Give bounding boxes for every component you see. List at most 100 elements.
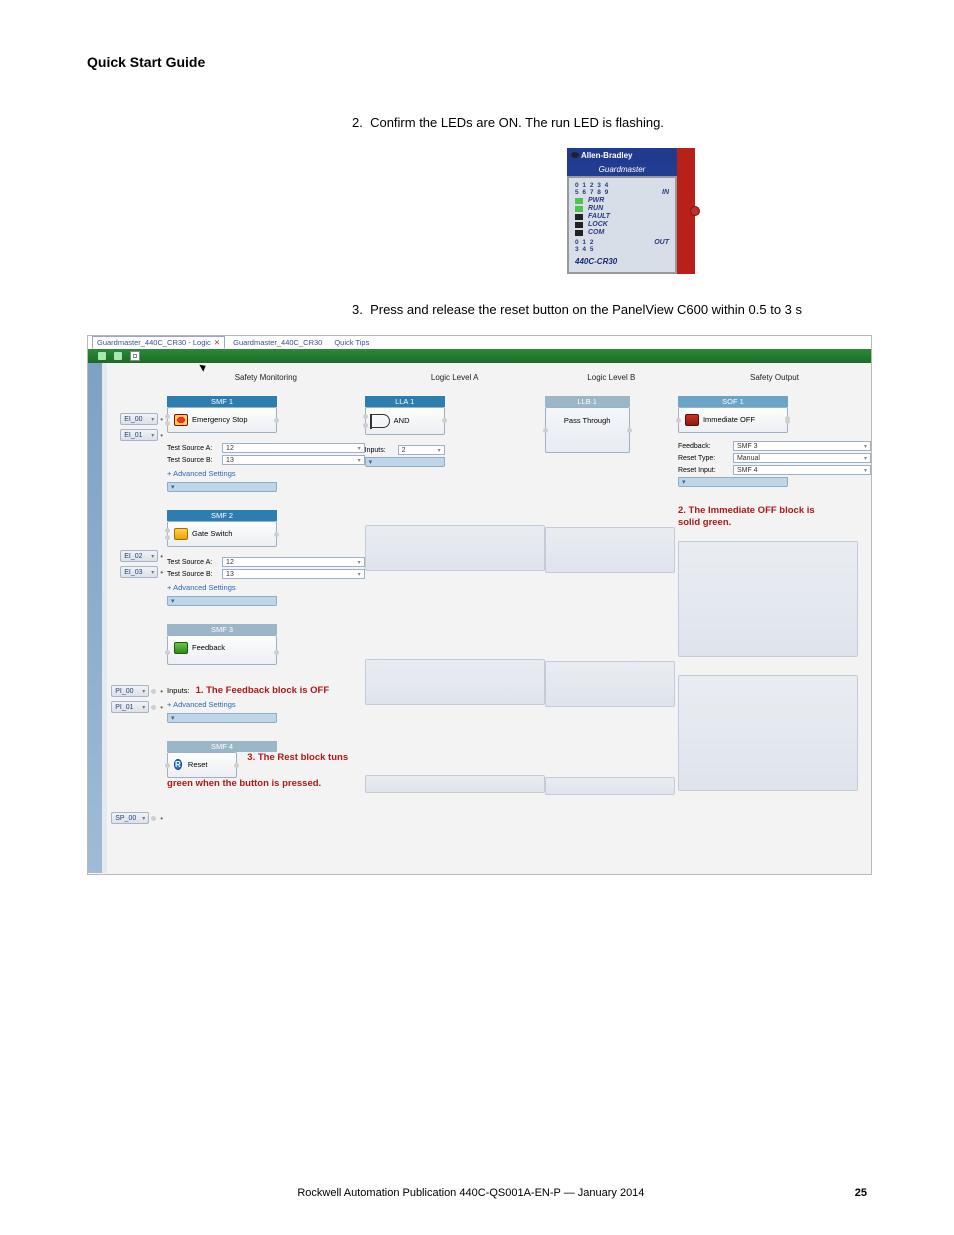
chip-ei01[interactable]: EI_01▾ — [120, 429, 158, 441]
smf1-title: SMF 1 — [167, 396, 277, 407]
led-pwr — [575, 198, 583, 204]
out-label: OUT — [654, 239, 669, 246]
empty-slot[interactable] — [678, 675, 858, 791]
empty-slot[interactable] — [545, 777, 675, 795]
smf3-block[interactable]: Feedback — [167, 635, 277, 665]
chip-ei02[interactable]: EI_02▾ — [120, 550, 158, 562]
chip-ei00[interactable]: EI_00▾ — [120, 413, 158, 425]
sof1-name: Immediate OFF — [703, 415, 755, 424]
com-label: COM — [588, 229, 604, 236]
empty-slot[interactable] — [545, 527, 675, 573]
step-text: Confirm the LEDs are ON. The run LED is … — [370, 115, 664, 130]
step-3: 3. Press and release the reset button on… — [352, 302, 871, 317]
smf3-name: Feedback — [192, 643, 225, 652]
immediate-off-icon — [685, 414, 699, 426]
smf2-title: SMF 2 — [167, 510, 277, 521]
inputs-label: Inputs: — [365, 447, 395, 454]
feedback-select[interactable]: SMF 3▾ — [733, 441, 871, 451]
tsb-label: Test Source B: — [167, 571, 219, 578]
empty-slot[interactable] — [545, 661, 675, 707]
expander[interactable] — [678, 477, 788, 487]
page-title: Quick Start Guide — [87, 54, 871, 70]
device-diagram: Allen-Bradley Guardmaster 0 1 2 3 4 5 6 … — [567, 148, 871, 274]
smf4-name: Reset — [188, 760, 208, 769]
device-model: 440C-CR30 — [575, 257, 669, 266]
tool-icon[interactable] — [98, 352, 106, 360]
empty-slot[interactable] — [365, 659, 545, 705]
software-screenshot: Guardmaster_440C_CR30 - Logic✕ Guardmast… — [87, 335, 872, 875]
smf2-name: Gate Switch — [192, 529, 232, 538]
expander[interactable] — [167, 482, 277, 492]
lla1-title: LLA 1 — [365, 396, 445, 407]
tool-icon[interactable] — [114, 352, 122, 360]
empty-slot[interactable] — [365, 525, 545, 571]
device-brand: Allen-Bradley — [581, 151, 633, 160]
and-icon — [372, 414, 390, 428]
led-com — [575, 230, 583, 236]
llb1-block[interactable]: Pass Through — [545, 407, 630, 453]
reset-type-label: Reset Type: — [678, 455, 730, 462]
smf3-title: SMF 3 — [167, 624, 277, 635]
callout-2: 2. The Immediate OFF block issolid green… — [678, 505, 848, 529]
expander[interactable] — [365, 457, 445, 467]
col-safety-monitoring: Safety Monitoring — [167, 367, 365, 396]
adv-settings-link[interactable]: Advanced Settings — [167, 469, 365, 478]
step-number: 2. — [352, 115, 363, 130]
tsa-label: Test Source A: — [167, 559, 219, 566]
adv-settings-link[interactable]: Advanced Settings — [167, 700, 365, 709]
empty-slot[interactable] — [678, 541, 858, 657]
led-run — [575, 206, 583, 212]
tsb-label: Test Source B: — [167, 457, 219, 464]
sof1-block[interactable]: Immediate OFF — [678, 407, 788, 433]
toolbar — [88, 349, 871, 363]
expander[interactable] — [167, 596, 277, 606]
in-row-1: 0 1 2 3 4 — [575, 182, 609, 189]
expander[interactable] — [167, 713, 277, 723]
reset-input-select[interactable]: SMF 4▾ — [733, 465, 871, 475]
chip-ei03[interactable]: EI_03▾ — [120, 566, 158, 578]
tab-device[interactable]: Guardmaster_440C_CR30 — [229, 337, 326, 348]
out-row-1: 0 1 2 — [575, 239, 594, 246]
chip-sp00[interactable]: SP_00▾ — [111, 812, 149, 824]
in-label: IN — [662, 189, 669, 196]
smf1-block[interactable]: Emergency Stop — [167, 407, 277, 433]
tab-quick-tips[interactable]: Quick Tips — [330, 337, 373, 348]
fullscreen-icon[interactable] — [130, 351, 140, 361]
left-scrollbar[interactable] — [88, 363, 102, 873]
run-label: RUN — [588, 205, 603, 212]
smf4-block[interactable]: R Reset — [167, 752, 237, 778]
col-logic-b: Logic Level B — [545, 367, 678, 396]
tsa-label: Test Source A: — [167, 445, 219, 452]
reset-icon: R — [174, 759, 182, 770]
close-icon[interactable]: ✕ — [214, 338, 220, 347]
tsb-select[interactable]: 13▾ — [222, 455, 365, 465]
lla1-block[interactable]: AND — [365, 407, 445, 435]
tab-logic[interactable]: Guardmaster_440C_CR30 - Logic✕ — [92, 336, 225, 349]
tsa-select[interactable]: 12▾ — [222, 443, 365, 453]
llb1-title: LLB 1 — [545, 396, 630, 407]
chip-pi00[interactable]: PI_00▾ — [111, 685, 149, 697]
page-footer: Rockwell Automation Publication 440C-QS0… — [0, 1187, 954, 1199]
device-series: Guardmaster — [567, 163, 677, 176]
tsa-select[interactable]: 12▾ — [222, 557, 365, 567]
publication-id: Rockwell Automation Publication 440C-QS0… — [87, 1187, 855, 1199]
led-fault — [575, 214, 583, 220]
feedback-label: Feedback: — [678, 443, 730, 450]
step-text: Press and release the reset button on th… — [370, 302, 802, 317]
inputs-select[interactable]: 2▾ — [398, 445, 445, 455]
inputs-label: Inputs: — [167, 686, 190, 695]
col-safety-output: Safety Output — [678, 367, 871, 396]
sof1-title: SOF 1 — [678, 396, 788, 407]
smf4-title: SMF 4 — [167, 741, 277, 752]
estop-icon — [174, 414, 188, 426]
callout-1: 1. The Feedback block is OFF — [196, 685, 330, 696]
tsb-select[interactable]: 13▾ — [222, 569, 365, 579]
led-lock — [575, 222, 583, 228]
gate-icon — [174, 528, 188, 540]
smf2-block[interactable]: Gate Switch — [167, 521, 277, 547]
empty-slot[interactable] — [365, 775, 545, 793]
step-number: 3. — [352, 302, 363, 317]
adv-settings-link[interactable]: Advanced Settings — [167, 583, 365, 592]
reset-type-select[interactable]: Manual▾ — [733, 453, 871, 463]
chip-pi01[interactable]: PI_01▾ — [111, 701, 149, 713]
